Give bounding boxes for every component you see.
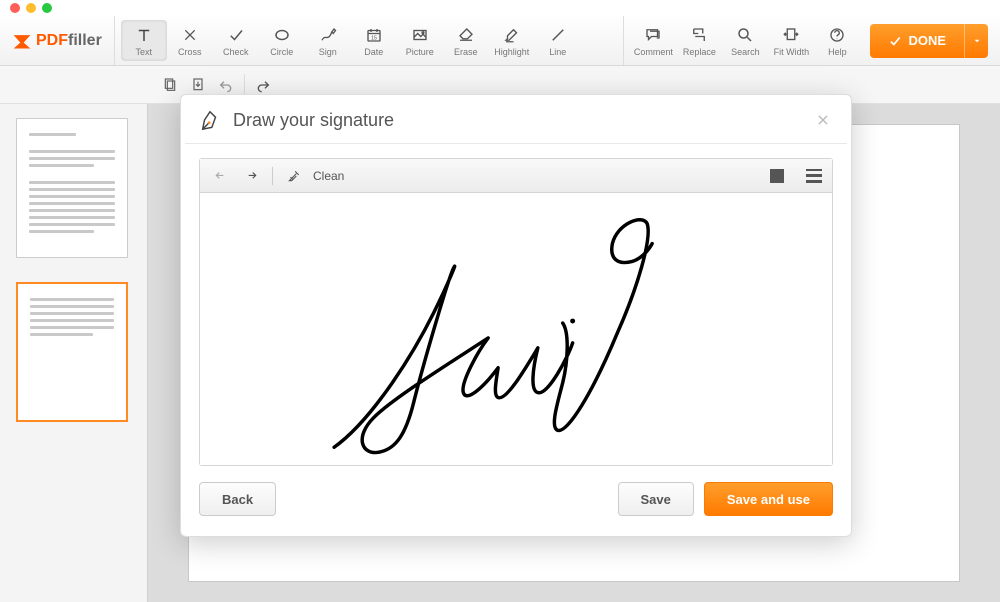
tool-picture[interactable]: Picture	[397, 20, 443, 61]
tool-fit-width[interactable]: Fit Width	[768, 20, 814, 61]
done-label: DONE	[908, 33, 946, 48]
page-thumbnail-1[interactable]	[16, 118, 128, 258]
erase-icon	[457, 25, 475, 45]
signature-panel: Clean	[199, 158, 833, 466]
pen-nib-icon	[199, 109, 221, 131]
sig-clean-icon[interactable]	[283, 165, 305, 187]
tool-cross[interactable]: Cross	[167, 20, 213, 61]
signature-canvas[interactable]	[200, 193, 832, 465]
picture-icon	[411, 25, 429, 45]
line-icon	[549, 25, 567, 45]
comment-icon	[644, 25, 662, 45]
tool-replace[interactable]: Replace	[676, 20, 722, 61]
text-icon	[135, 25, 153, 45]
tool-erase[interactable]: Erase	[443, 20, 489, 61]
chevron-down-icon	[972, 36, 982, 46]
tool-sign-label: Sign	[319, 47, 337, 57]
tool-date[interactable]: 15 Date	[351, 20, 397, 61]
copy-button[interactable]	[156, 71, 184, 99]
app-logo: PDFfiller	[8, 16, 114, 65]
tool-help[interactable]: Help	[814, 20, 860, 61]
cross-icon	[182, 25, 198, 45]
modal-button-row: Back Save Save and use	[181, 466, 851, 520]
tool-cross-label: Cross	[178, 47, 202, 57]
divider	[185, 143, 847, 144]
tool-circle[interactable]: Circle	[259, 20, 305, 61]
window-minimize-button[interactable]	[26, 3, 36, 13]
view-lines-toggle[interactable]	[806, 169, 822, 183]
sig-clean-label[interactable]: Clean	[313, 169, 344, 183]
tool-comment-label: Comment	[634, 47, 673, 57]
tool-circle-label: Circle	[270, 47, 293, 57]
tool-text[interactable]: Text	[121, 20, 167, 61]
tool-comment[interactable]: Comment	[630, 20, 676, 61]
tool-check-label: Check	[223, 47, 249, 57]
tool-erase-label: Erase	[454, 47, 478, 57]
sign-icon	[319, 25, 337, 45]
logo-icon	[12, 31, 32, 51]
check-icon	[227, 25, 245, 45]
modal-close-button[interactable]	[813, 110, 833, 130]
divider	[272, 167, 273, 185]
window-titlebar	[0, 0, 1000, 16]
modal-title: Draw your signature	[233, 110, 801, 131]
logo-text-filler: filler	[68, 32, 102, 49]
highlight-icon	[503, 25, 521, 45]
tool-fitwidth-label: Fit Width	[774, 47, 810, 57]
tool-picture-label: Picture	[406, 47, 434, 57]
done-check-icon	[888, 34, 902, 48]
save-and-use-button[interactable]: Save and use	[704, 482, 833, 516]
logo-text-pdf: PDF	[36, 32, 68, 49]
tool-search-label: Search	[731, 47, 760, 57]
tool-line-label: Line	[549, 47, 566, 57]
replace-icon	[690, 25, 708, 45]
back-button[interactable]: Back	[199, 482, 276, 516]
tool-search[interactable]: Search	[722, 20, 768, 61]
tool-help-label: Help	[828, 47, 847, 57]
divider	[244, 74, 245, 96]
save-button[interactable]: Save	[618, 482, 694, 516]
tool-check[interactable]: Check	[213, 20, 259, 61]
signature-modal: Draw your signature Clean Back Save	[180, 94, 852, 537]
tool-text-label: Text	[136, 47, 153, 57]
window-close-button[interactable]	[10, 3, 20, 13]
signature-toolbar: Clean	[200, 159, 832, 193]
page-thumbnail-2[interactable]	[16, 282, 128, 422]
sig-redo-button[interactable]	[240, 165, 262, 187]
tool-highlight-label: Highlight	[494, 47, 529, 57]
tool-date-label: Date	[364, 47, 383, 57]
sig-undo-button[interactable]	[210, 165, 232, 187]
svg-text:15: 15	[371, 35, 377, 41]
tool-line[interactable]: Line	[535, 20, 581, 61]
search-icon	[736, 25, 754, 45]
circle-icon	[273, 25, 291, 45]
close-icon	[816, 113, 830, 127]
tool-highlight[interactable]: Highlight	[489, 20, 535, 61]
tool-sign[interactable]: Sign	[305, 20, 351, 61]
calendar-icon: 15	[365, 25, 383, 45]
main-toolbar: PDFfiller Text Cross Check Circle Sign 1…	[0, 16, 1000, 66]
view-fill-toggle[interactable]	[770, 169, 784, 183]
help-icon	[828, 25, 846, 45]
thumbnail-panel	[0, 104, 148, 602]
done-button[interactable]: DONE	[870, 24, 988, 58]
window-zoom-button[interactable]	[42, 3, 52, 13]
fit-width-icon	[782, 25, 800, 45]
tool-replace-label: Replace	[683, 47, 716, 57]
done-dropdown-caret[interactable]	[964, 24, 988, 58]
